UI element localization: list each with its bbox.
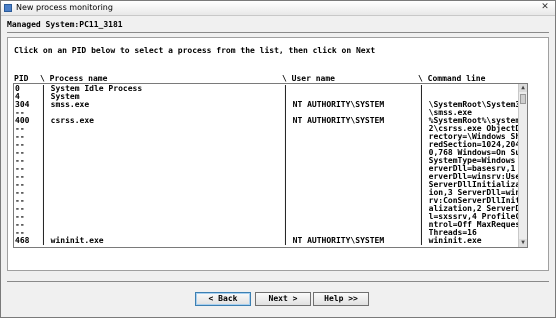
process-pid-cell: 468: [15, 236, 30, 245]
process-name-cell: | smss.exe: [41, 100, 90, 109]
footer-divider: [7, 281, 549, 282]
column-header-process-name: \ Process name: [40, 74, 108, 83]
process-panel: Click on an PID below to select a proces…: [7, 37, 549, 271]
process-user-cell: | NT AUTHORITY\SYSTEM: [283, 116, 385, 125]
process-name-cell: | csrss.exe: [41, 116, 94, 125]
app-icon: [4, 4, 12, 12]
dialog-window: New process monitoring ✕ Managed System:…: [0, 0, 556, 318]
title-bar[interactable]: New process monitoring ✕: [1, 1, 555, 16]
vertical-scrollbar[interactable]: ▲ ▼: [518, 84, 527, 247]
scroll-thumb[interactable]: [520, 94, 526, 104]
column-header-pid: PID: [14, 74, 29, 83]
process-cmd-cell: | wininit.exe: [419, 236, 482, 245]
managed-system-label: Managed System:PC11_3181: [7, 20, 123, 29]
scroll-up-icon[interactable]: ▲: [519, 84, 527, 92]
process-name-cell: | wininit.exe: [41, 236, 104, 245]
process-user-cell: | NT AUTHORITY\SYSTEM: [283, 100, 385, 109]
column-header-user-name: \ User name: [282, 74, 335, 83]
window-title: New process monitoring: [16, 3, 113, 12]
back-button[interactable]: < Back: [195, 292, 251, 306]
process-user-cell: | NT AUTHORITY\SYSTEM: [283, 236, 385, 245]
scroll-down-icon[interactable]: ▼: [519, 239, 527, 247]
help-button[interactable]: Help >>: [313, 292, 369, 306]
column-header-command-line: \ Command line: [418, 74, 486, 83]
process-list[interactable]: 0 | System Idle Process | | 4 | System | | 304 | …: [13, 83, 528, 248]
divider: [7, 32, 549, 33]
next-button[interactable]: Next >: [255, 292, 311, 306]
close-icon[interactable]: ✕: [539, 2, 551, 13]
instruction-text: Click on an PID below to select a proces…: [14, 46, 376, 55]
